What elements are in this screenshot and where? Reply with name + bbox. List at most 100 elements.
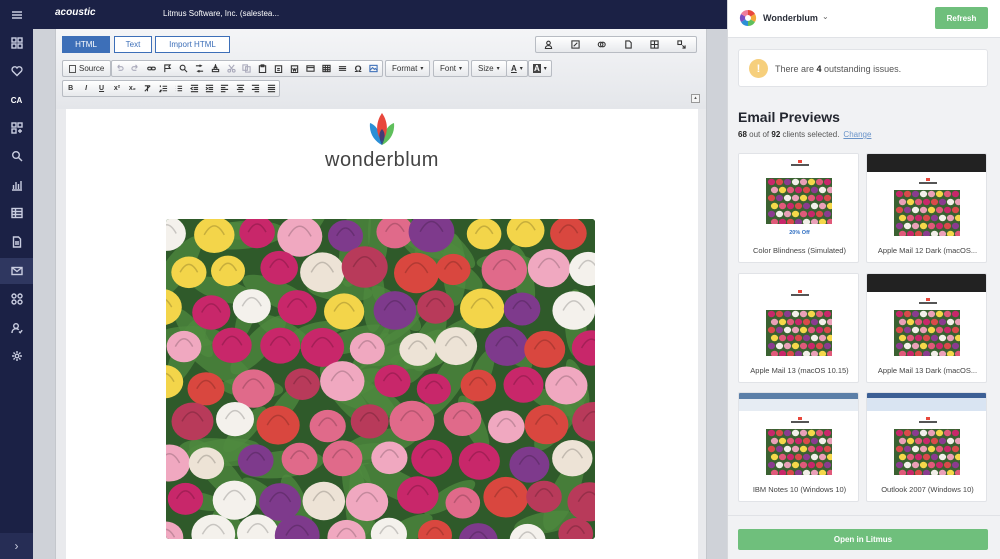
preview-card[interactable]: IBM Notes 10 (Windows 10) [738, 392, 859, 502]
find-icon[interactable] [177, 62, 190, 75]
text-color-button[interactable]: A ▾ [506, 60, 528, 77]
social-share-icon[interactable] [675, 38, 688, 51]
preview-card[interactable]: Outlook 2007 (Windows 10) [866, 392, 987, 502]
redo-icon[interactable] [129, 62, 142, 75]
mini-logo-text [919, 182, 937, 184]
mini-logo-mark [798, 290, 802, 293]
justify-icon[interactable] [265, 82, 277, 95]
bold-button[interactable]: B [65, 82, 77, 95]
flag-icon[interactable] [161, 62, 174, 75]
refresh-button[interactable]: Refresh [935, 7, 988, 29]
clients-suffix: clients selected. [780, 130, 840, 139]
source-button[interactable]: Source [62, 60, 112, 77]
mini-logo-mark [926, 178, 930, 181]
mini-logo-text [791, 294, 809, 296]
format-dropdown[interactable]: Format ▾ [385, 60, 431, 77]
stamp-icon[interactable] [209, 62, 222, 75]
open-in-litmus-button[interactable]: Open in Litmus [738, 529, 988, 550]
preview-thumbnail [739, 274, 858, 360]
bg-color-button[interactable]: A ▾ [528, 60, 552, 77]
table-insert-icon[interactable] [320, 62, 333, 75]
dark-mode-bar [867, 154, 986, 172]
brand-logo[interactable]: acoustic [55, 7, 96, 18]
block-icon[interactable] [304, 62, 317, 75]
size-dropdown[interactable]: Size ▾ [471, 60, 507, 77]
document-block-icon[interactable] [622, 38, 635, 51]
dashboard-icon[interactable] [0, 30, 33, 56]
menu-icon[interactable] [0, 2, 33, 28]
import-html-tab[interactable]: Import HTML [155, 36, 230, 53]
preview-caption: Apple Mail 13 (macOS 10.15) [750, 366, 849, 375]
font-dropdown[interactable]: Font ▾ [433, 60, 470, 77]
underline-button[interactable]: U [95, 82, 107, 95]
cut-icon[interactable] [225, 62, 238, 75]
mail-icon[interactable] [0, 258, 33, 284]
align-left-icon[interactable] [219, 82, 231, 95]
collapse-toolbar-icon[interactable]: ▴ [691, 94, 700, 103]
paste-text-icon[interactable] [272, 62, 285, 75]
mini-tulips-photo [766, 429, 835, 477]
email-body[interactable]: wonderblum [66, 109, 698, 559]
apps-icon[interactable] [0, 115, 33, 141]
preview-caption: Outlook 2007 (Windows 10) [881, 485, 974, 494]
company-name[interactable]: Litmus Software, Inc. (salestea... [163, 9, 279, 18]
mini-tulips-photo [894, 429, 963, 477]
italic-button[interactable]: I [80, 82, 92, 95]
heart-icon[interactable] [0, 58, 33, 84]
mini-tulips-photo [894, 310, 963, 358]
gear-icon[interactable] [0, 343, 33, 369]
undo-icon[interactable] [114, 62, 127, 75]
tulips-photo[interactable] [166, 219, 595, 539]
change-clients-link[interactable]: Change [843, 130, 871, 139]
horizontal-rule-icon[interactable] [336, 62, 349, 75]
preview-thumbnail: 20% Off [739, 154, 858, 240]
special-char-icon[interactable]: Ω [352, 62, 365, 75]
copy-icon[interactable] [241, 62, 254, 75]
chevron-down-icon[interactable]: ⌄ [822, 12, 829, 21]
person-icon[interactable] [542, 38, 555, 51]
document-icon[interactable] [0, 229, 33, 255]
issues-banner[interactable]: ! There are 4 outstanding issues. [738, 49, 988, 87]
search-icon[interactable] [0, 143, 33, 169]
paste-icon[interactable] [256, 62, 269, 75]
preview-caption: Apple Mail 12 Dark (macOS... [877, 246, 978, 255]
align-center-icon[interactable] [234, 82, 246, 95]
subscript-button[interactable]: x₂ [126, 82, 138, 95]
mini-tulips-photo [766, 178, 835, 226]
expand-icon[interactable]: › [0, 533, 33, 559]
superscript-button[interactable]: x² [111, 82, 123, 95]
bar-chart-icon[interactable] [0, 172, 33, 198]
chevron-down-icon: ▾ [496, 66, 500, 72]
preview-card[interactable]: Apple Mail 13 (macOS 10.15) [738, 273, 859, 383]
replace-icon[interactable] [193, 62, 206, 75]
preview-card[interactable]: Apple Mail 13 Dark (macOS... [866, 273, 987, 383]
indent-icon[interactable] [203, 82, 215, 95]
remove-format-icon[interactable] [142, 82, 154, 95]
preview-card[interactable]: Apple Mail 12 Dark (macOS... [866, 153, 987, 263]
email-editor: HTML Text Import HTML Source Ω Format ▾ … [33, 29, 727, 559]
ca-badge[interactable]: CA [0, 94, 33, 108]
mini-logo-text [791, 164, 809, 166]
link-icon[interactable] [145, 62, 158, 75]
outdent-icon[interactable] [188, 82, 200, 95]
window-toolbar [739, 399, 858, 411]
image-insert-icon[interactable] [368, 62, 381, 75]
integrations-icon[interactable] [0, 286, 33, 312]
link-tracking-icon[interactable] [595, 38, 608, 51]
grid-block-icon[interactable] [648, 38, 661, 51]
issues-suffix: outstanding issues. [821, 64, 902, 74]
account-name[interactable]: Wonderblum [763, 13, 818, 23]
user-settings-icon[interactable] [0, 315, 33, 341]
dynamic-content-icon[interactable] [569, 38, 582, 51]
panel-header: Wonderblum ⌄ Refresh [728, 0, 1000, 38]
editor-canvas: wonderblum [55, 109, 707, 559]
align-right-icon[interactable] [250, 82, 262, 95]
paste-word-icon[interactable] [288, 62, 301, 75]
chevron-down-icon: ▾ [459, 66, 463, 72]
bullet-list-icon[interactable] [172, 82, 184, 95]
table-icon[interactable] [0, 200, 33, 226]
numbered-list-icon[interactable] [157, 82, 169, 95]
html-mode-tab[interactable]: HTML [62, 36, 110, 53]
preview-card[interactable]: 20% Off Color Blindness (Simulated) [738, 153, 859, 263]
text-mode-tab[interactable]: Text [114, 36, 152, 53]
